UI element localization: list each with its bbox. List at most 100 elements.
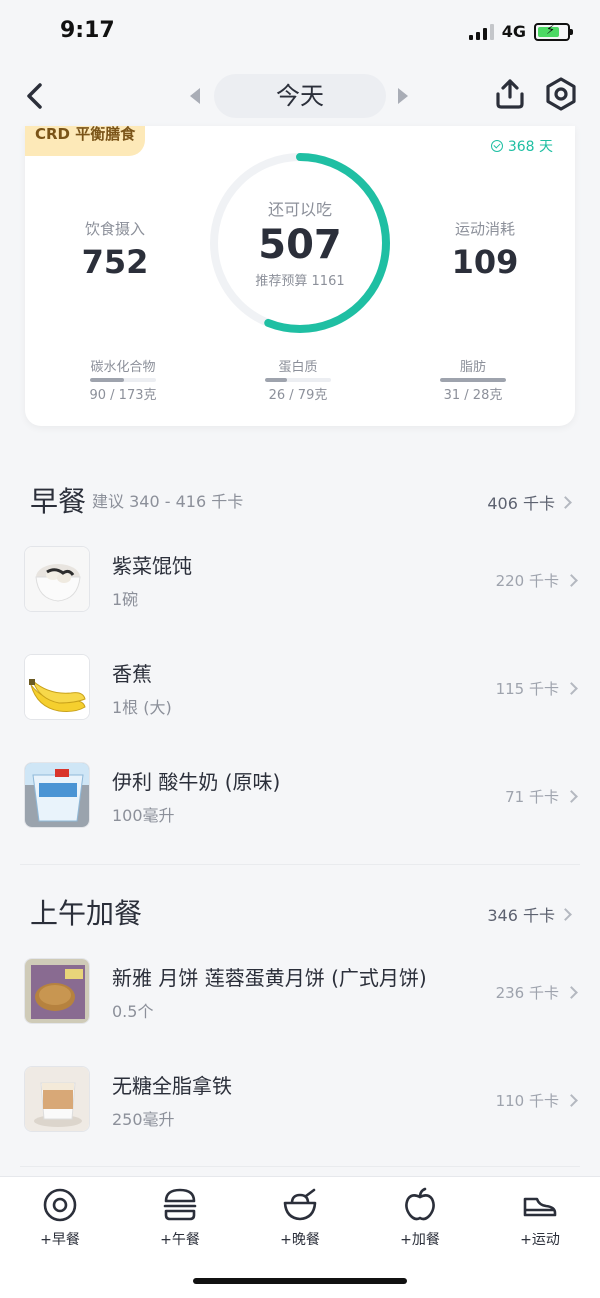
status-time: 9:17 bbox=[60, 18, 115, 43]
tab-add-lunch[interactable]: +午餐 bbox=[130, 1187, 230, 1249]
food-quantity: 0.5个 bbox=[112, 1002, 154, 1021]
food-kcal: 220 千卡 bbox=[495, 570, 578, 591]
macro-progress-bar bbox=[265, 378, 331, 382]
food-kcal-value: 236 千卡 bbox=[495, 984, 559, 1002]
exercise-stat: 运动消耗 109 bbox=[425, 218, 545, 281]
tab-add-snack[interactable]: +加餐 bbox=[370, 1187, 470, 1249]
shoe-icon bbox=[523, 1197, 557, 1217]
food-kcal: 236 千卡 bbox=[495, 982, 578, 1003]
tab-label: +晚餐 bbox=[280, 1232, 320, 1248]
macro-value: 26 / 79克 bbox=[268, 388, 328, 403]
intake-stat: 饮食摄入 752 bbox=[55, 218, 175, 281]
yogurt-cup-image bbox=[24, 762, 90, 828]
section-divider bbox=[20, 864, 580, 865]
mooncake-image bbox=[24, 958, 90, 1024]
macro-value: 31 / 28克 bbox=[443, 388, 503, 403]
signal-icon bbox=[468, 23, 494, 40]
banana-image bbox=[24, 654, 90, 720]
food-kcal-value: 110 千卡 bbox=[495, 1092, 559, 1110]
food-kcal: 71 千卡 bbox=[505, 786, 578, 807]
chevron-right-icon bbox=[565, 986, 578, 999]
food-kcal-value: 115 千卡 bbox=[495, 680, 559, 698]
chevron-right-icon bbox=[565, 682, 578, 695]
exercise-value: 109 bbox=[451, 243, 519, 281]
diet-plan-tag[interactable]: CRD 平衡膳食 bbox=[25, 126, 145, 156]
food-kcal: 115 千卡 bbox=[495, 678, 578, 699]
exercise-label: 运动消耗 bbox=[454, 220, 515, 238]
battery-icon: ⚡ bbox=[534, 22, 573, 41]
check-circle-icon bbox=[490, 140, 503, 152]
date-selector[interactable]: 今天 bbox=[214, 74, 386, 118]
meal-section-title: 上午加餐 bbox=[30, 892, 148, 932]
macro-protein: 蛋白质 26 / 79克 bbox=[238, 356, 358, 403]
tab-label: +运动 bbox=[520, 1232, 560, 1248]
streak-days: 368 天 bbox=[507, 139, 553, 155]
home-indicator[interactable] bbox=[193, 1278, 407, 1284]
share-icon[interactable] bbox=[492, 76, 528, 112]
food-kcal-value: 220 千卡 bbox=[495, 572, 559, 590]
macro-name: 蛋白质 bbox=[278, 360, 318, 375]
remaining-calories: 还可以吃 507 推荐预算 1161 bbox=[205, 196, 395, 289]
remaining-label: 还可以吃 bbox=[267, 200, 332, 219]
macro-progress-bar bbox=[90, 378, 156, 382]
next-day-arrow-icon[interactable] bbox=[398, 88, 408, 104]
tab-add-dinner[interactable]: +晚餐 bbox=[250, 1187, 350, 1249]
tab-label: +午餐 bbox=[160, 1232, 200, 1248]
tab-label: +加餐 bbox=[400, 1232, 440, 1248]
network-label: 4G bbox=[501, 22, 526, 41]
macro-carbs: 碳水化合物 90 / 173克 bbox=[63, 356, 183, 403]
macro-name: 碳水化合物 bbox=[90, 360, 156, 375]
streak-badge: 368 天 bbox=[490, 136, 553, 156]
chevron-right-icon bbox=[559, 907, 572, 921]
wonton-bowl-image bbox=[24, 546, 90, 612]
meal-total[interactable]: 406 千卡 bbox=[487, 490, 572, 514]
breakfast-icon bbox=[43, 1188, 77, 1222]
calorie-summary-card[interactable]: CRD 平衡膳食 368 天 饮食摄入 752 还可以吃 507 推荐预算 11… bbox=[25, 126, 575, 426]
food-quantity: 250毫升 bbox=[112, 1110, 175, 1129]
status-indicators: 4G ⚡ bbox=[468, 22, 573, 41]
meal-total[interactable]: 346 千卡 bbox=[487, 902, 572, 926]
burger-icon bbox=[163, 1188, 197, 1221]
meal-total-kcal: 346 千卡 bbox=[487, 906, 555, 925]
food-quantity: 1碗 bbox=[112, 590, 139, 609]
food-item[interactable]: 伊利 酸牛奶 (原味) 100毫升 71 千卡 bbox=[24, 762, 578, 830]
meal-title: 上午加餐 bbox=[30, 897, 143, 930]
chevron-right-icon bbox=[565, 1094, 578, 1107]
macro-value: 90 / 173克 bbox=[89, 388, 157, 403]
macro-progress-bar bbox=[440, 378, 506, 382]
macro-name: 脂肪 bbox=[459, 360, 486, 375]
intake-value: 752 bbox=[81, 243, 149, 281]
latte-image bbox=[24, 1066, 90, 1132]
top-nav: 今天 bbox=[0, 66, 600, 126]
food-name: 香蕉 bbox=[112, 662, 152, 686]
section-divider bbox=[20, 1166, 580, 1167]
tab-add-breakfast[interactable]: +早餐 bbox=[10, 1187, 110, 1249]
intake-label: 饮食摄入 bbox=[84, 220, 145, 238]
previous-day-arrow-icon[interactable] bbox=[190, 88, 200, 104]
food-quantity: 100毫升 bbox=[112, 806, 175, 825]
macro-fat: 脂肪 31 / 28克 bbox=[413, 356, 533, 403]
meal-suggestion: 建议 340 - 416 千卡 bbox=[92, 492, 244, 511]
back-arrow-icon[interactable] bbox=[18, 78, 54, 114]
food-item[interactable]: 紫菜馄饨 1碗 220 千卡 bbox=[24, 546, 578, 614]
tab-add-exercise[interactable]: +运动 bbox=[490, 1187, 590, 1249]
food-item[interactable]: 香蕉 1根 (大) 115 千卡 bbox=[24, 654, 578, 722]
remaining-value: 507 bbox=[258, 222, 342, 268]
chevron-right-icon bbox=[565, 574, 578, 587]
bowl-icon bbox=[283, 1188, 317, 1221]
food-name: 无糖全脂拿铁 bbox=[112, 1074, 232, 1098]
food-name: 伊利 酸牛奶 (原味) bbox=[112, 770, 281, 794]
chevron-right-icon bbox=[559, 495, 572, 509]
apple-icon bbox=[405, 1187, 435, 1221]
food-name: 紫菜馄饨 bbox=[112, 554, 192, 578]
tab-label: +早餐 bbox=[40, 1232, 80, 1248]
settings-icon[interactable] bbox=[543, 76, 579, 112]
chevron-right-icon bbox=[565, 790, 578, 803]
food-kcal-value: 71 千卡 bbox=[505, 788, 559, 806]
food-name: 新雅 月饼 莲蓉蛋黄月饼 (广式月饼) bbox=[112, 966, 427, 990]
meal-total-kcal: 406 千卡 bbox=[487, 494, 555, 513]
meal-section-title: 早餐 建议 340 - 416 千卡 bbox=[30, 480, 243, 520]
food-item[interactable]: 新雅 月饼 莲蓉蛋黄月饼 (广式月饼) 0.5个 236 千卡 bbox=[24, 958, 578, 1026]
food-item[interactable]: 无糖全脂拿铁 250毫升 110 千卡 bbox=[24, 1066, 578, 1134]
status-bar: 9:17 4G ⚡ bbox=[0, 0, 600, 66]
